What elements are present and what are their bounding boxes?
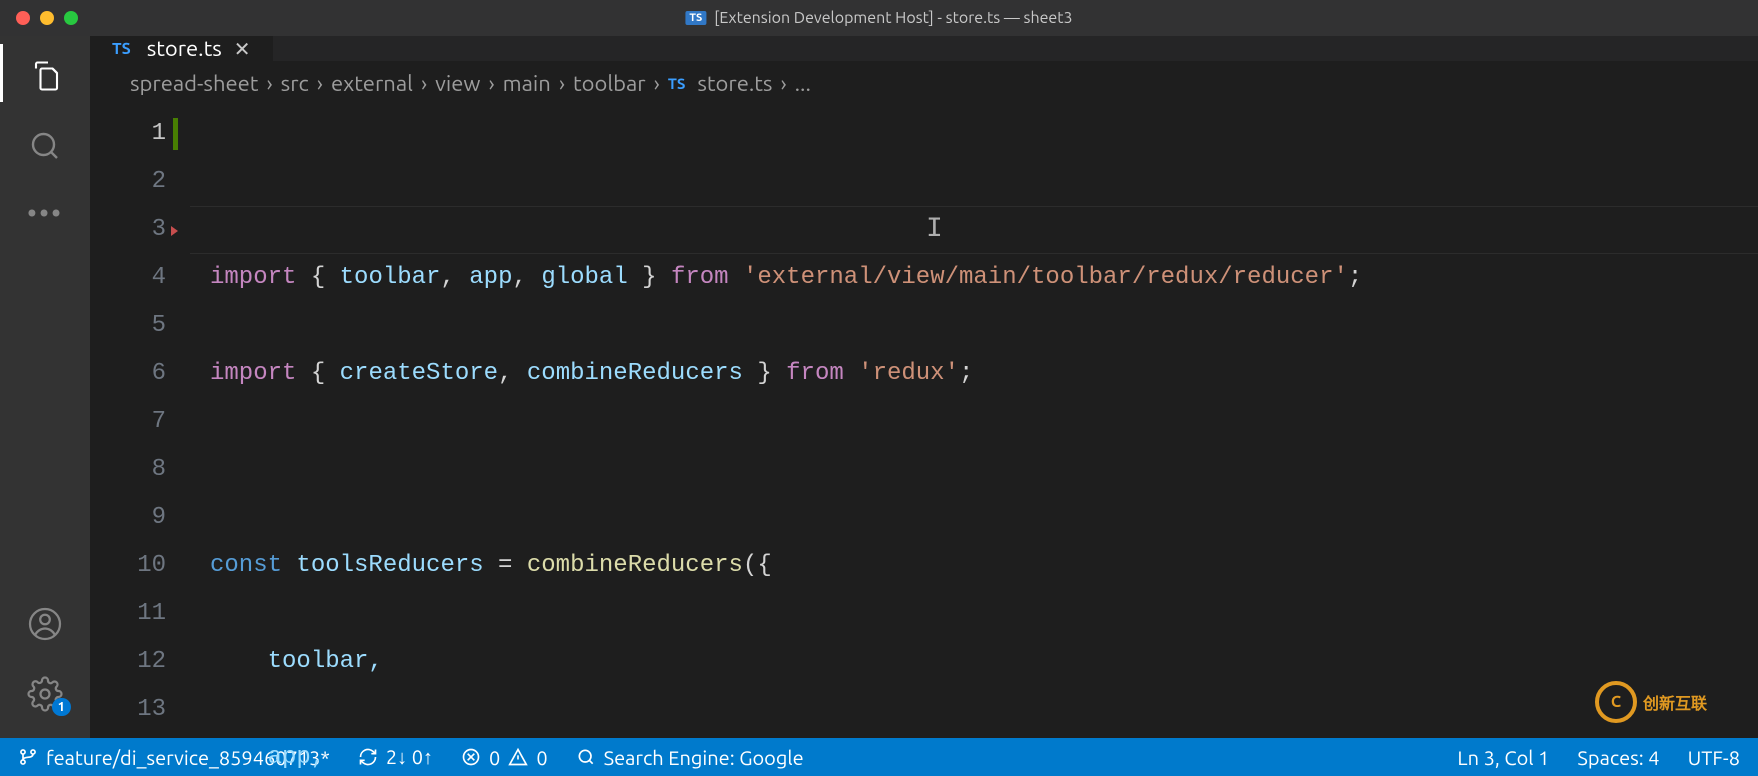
breadcrumb-item[interactable]: spread-sheet <box>130 71 258 96</box>
breadcrumb-item[interactable]: external <box>331 71 413 96</box>
more-icon[interactable]: ••• <box>27 198 63 229</box>
close-tab-icon[interactable]: ✕ <box>234 37 251 61</box>
tab-bar: TS store.ts ✕ <box>90 36 1758 61</box>
code-editor[interactable]: 1 2 3 4 5 6 7 8 9 10 11 12 13 I import {… <box>90 110 1758 776</box>
minimize-window-button[interactable] <box>40 11 54 25</box>
breadcrumb-item[interactable]: view <box>435 71 480 96</box>
current-line-highlight <box>190 206 1758 254</box>
settings-gear-icon[interactable]: 1 <box>27 676 63 712</box>
settings-update-badge: 1 <box>52 698 71 716</box>
accounts-icon[interactable] <box>27 606 63 642</box>
ts-file-icon: TS <box>112 40 131 58</box>
activity-bar: ••• 1 <box>0 36 90 738</box>
breadcrumb-tail[interactable]: ... <box>795 71 811 96</box>
breadcrumb-file[interactable]: store.ts <box>697 71 772 96</box>
titlebar: TS [Extension Development Host] - store.… <box>0 0 1758 36</box>
breadcrumb-item[interactable]: toolbar <box>573 71 646 96</box>
tab-label: store.ts <box>147 36 222 61</box>
explorer-icon[interactable] <box>27 58 63 94</box>
zoom-window-button[interactable] <box>64 11 78 25</box>
tab-store-ts[interactable]: TS store.ts ✕ <box>90 36 273 61</box>
code-content[interactable]: I import { toolbar, app, global } from '… <box>190 110 1758 776</box>
window-title: TS [Extension Development Host] - store.… <box>685 9 1072 27</box>
breadcrumb[interactable]: spread-sheet› src› external› view› main›… <box>90 61 1758 110</box>
text-cursor-icon: I <box>926 206 943 254</box>
line-number-gutter: 1 2 3 4 5 6 7 8 9 10 11 12 13 <box>90 110 190 776</box>
ts-file-icon: TS <box>685 11 706 25</box>
close-window-button[interactable] <box>16 11 30 25</box>
search-icon[interactable] <box>27 128 63 164</box>
ts-file-icon: TS <box>668 75 686 92</box>
breadcrumb-item[interactable]: main <box>503 71 551 96</box>
window-controls <box>16 11 78 25</box>
window-title-text: [Extension Development Host] - store.ts … <box>714 9 1072 27</box>
breadcrumb-item[interactable]: src <box>281 71 309 96</box>
